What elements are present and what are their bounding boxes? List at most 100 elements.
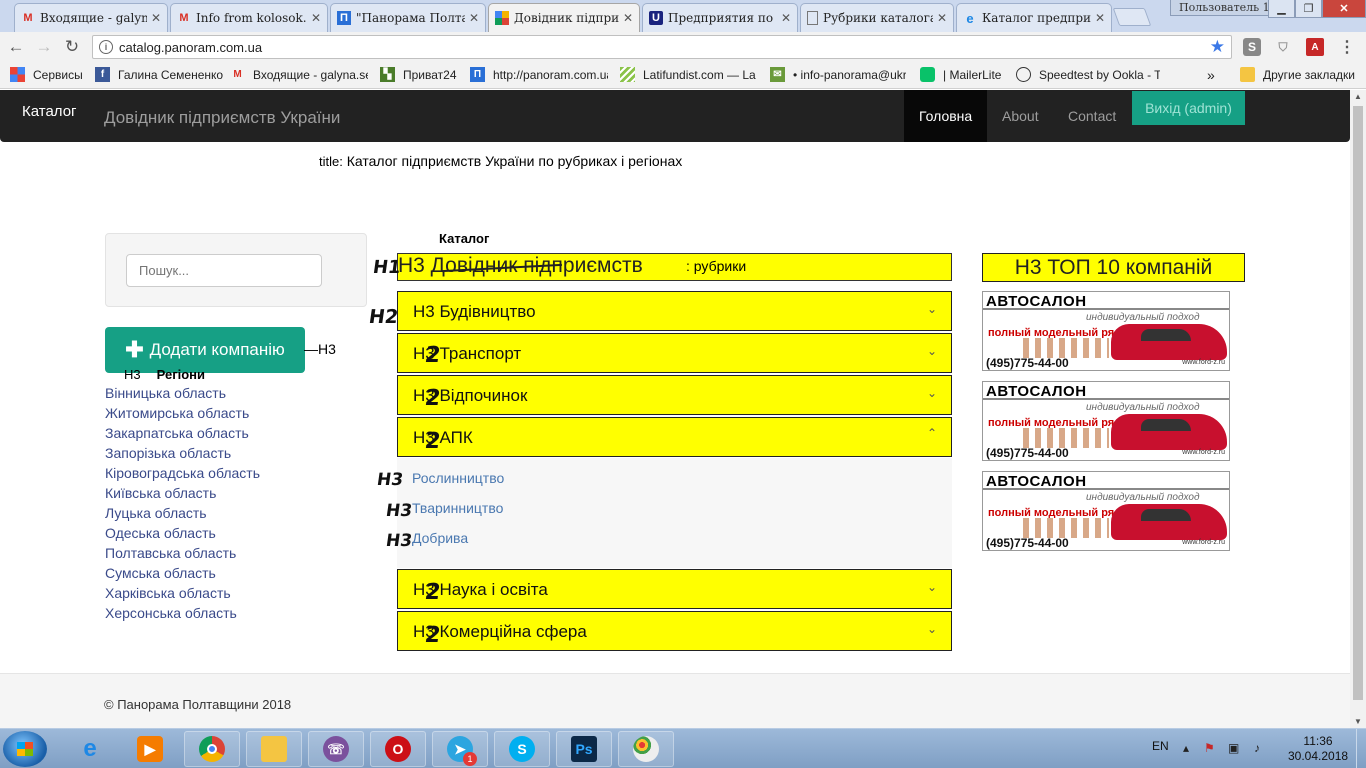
bookmarks-overflow[interactable]: » xyxy=(1207,67,1215,83)
address-bar[interactable]: i catalog.panoram.com.ua ★ xyxy=(92,35,1232,59)
volume-icon[interactable]: ♪ xyxy=(1254,741,1260,755)
category-transport[interactable]: H3 Транспорт ⌄ xyxy=(397,333,952,373)
tab-enterprises[interactable]: U Предприятия по об ✕ xyxy=(642,3,798,32)
ad-phone: (495)775-44-00 xyxy=(986,446,1069,460)
ie-app[interactable]: e xyxy=(62,731,118,767)
subcategory-link[interactable]: Рослинництво xyxy=(412,470,504,486)
close-icon[interactable]: ✕ xyxy=(781,11,791,25)
bookmark-info-panorama[interactable]: ✉ • info-panorama@ukr xyxy=(770,67,906,82)
category-commerce[interactable]: H3 Комерційна сфера ⌄ xyxy=(397,611,952,651)
media-player-app[interactable]: ▶ xyxy=(122,731,178,767)
regions-title: Регіони xyxy=(156,367,206,382)
restore-icon[interactable]: ❐ xyxy=(1295,0,1322,18)
skype-app[interactable]: S xyxy=(494,731,550,767)
region-link[interactable]: Луцька область xyxy=(105,503,260,523)
close-icon[interactable]: ✕ xyxy=(1095,11,1105,25)
paint-icon xyxy=(633,736,659,762)
show-desktop-button[interactable] xyxy=(1356,729,1366,768)
region-link[interactable]: Кіровоградська область xyxy=(105,463,260,483)
nav-about[interactable]: About xyxy=(987,90,1054,142)
bookmark-privat24[interactable]: ▚ Приват24 xyxy=(380,67,457,82)
bookmark-panorama[interactable]: Π http://panoram.com.ua xyxy=(470,67,608,82)
bookmark-speedtest[interactable]: Speedtest by Ookla - T xyxy=(1016,67,1160,82)
subcategory-link[interactable]: Добрива xyxy=(412,530,468,546)
bookmark-latifundist[interactable]: Latifundist.com — La xyxy=(620,67,758,82)
bookmark-facebook[interactable]: f Галина Семененко xyxy=(95,67,227,82)
close-icon[interactable]: ✕ xyxy=(937,11,947,25)
paint-app[interactable] xyxy=(618,731,674,767)
region-link[interactable]: Вінницька область xyxy=(105,383,260,403)
close-window-icon[interactable]: ✕ xyxy=(1322,0,1366,18)
region-link[interactable]: Херсонська область xyxy=(105,603,260,623)
close-icon[interactable]: ✕ xyxy=(469,11,479,25)
pdf-icon[interactable]: A xyxy=(1306,38,1324,56)
category-leisure[interactable]: H3 Відпочинок ⌄ xyxy=(397,375,952,415)
category-science[interactable]: H3 Наука і освіта ⌄ xyxy=(397,569,952,609)
close-icon[interactable]: ✕ xyxy=(623,11,633,25)
tab-panorama[interactable]: Π "Панорама Полтав ✕ xyxy=(330,3,486,32)
viber-app[interactable]: ☏ xyxy=(308,731,364,767)
region-link[interactable]: Запорізька область xyxy=(105,443,260,463)
start-button[interactable] xyxy=(3,731,47,767)
bookmark-star-icon[interactable]: ★ xyxy=(1210,37,1225,57)
language-indicator[interactable]: EN xyxy=(1152,739,1169,753)
region-link[interactable]: Сумська область xyxy=(105,563,260,583)
bookmark-mailerlite[interactable]: | MailerLite xyxy=(920,67,1001,82)
scrollbar-thumb[interactable] xyxy=(1353,106,1363,700)
opera-app[interactable]: O xyxy=(370,731,426,767)
search-input[interactable] xyxy=(126,254,322,287)
privat-icon: ▚ xyxy=(380,67,395,82)
category-agro[interactable]: H3 АПК ⌃ xyxy=(397,417,952,457)
region-link[interactable]: Житомирська область xyxy=(105,403,260,423)
region-link[interactable]: Полтавська область xyxy=(105,543,260,563)
brand-link[interactable]: Каталог xyxy=(22,103,77,120)
nav-home[interactable]: Головна xyxy=(904,90,988,142)
region-link[interactable]: Закарпатська область xyxy=(105,423,260,443)
telegram-app[interactable]: ➤ 1 xyxy=(432,731,488,767)
back-icon[interactable]: ← xyxy=(2,37,30,57)
power-icon[interactable]: ▣ xyxy=(1228,741,1239,755)
tab-gmail-inbox[interactable]: M Входящие - galyna ✕ xyxy=(14,3,168,32)
tab-catalog-ie[interactable]: e Каталог предприят ✕ xyxy=(956,3,1112,32)
photoshop-app[interactable]: Ps xyxy=(556,731,612,767)
shield-icon[interactable]: ⛉ xyxy=(1274,38,1292,56)
tab-catalog[interactable]: Довідник підприєм ✕ xyxy=(488,3,640,32)
flag-icon[interactable]: ⚑ xyxy=(1204,741,1215,755)
scroll-up-icon[interactable]: ▲ xyxy=(1350,92,1366,101)
bookmark-services[interactable]: Сервисы xyxy=(10,67,83,82)
profile-button[interactable]: Пользователь 1 xyxy=(1170,0,1279,16)
scroll-down-icon[interactable]: ▼ xyxy=(1350,717,1366,726)
ad-banner[interactable]: АВТОСАЛОН индивидуальный подход полный м… xyxy=(982,471,1230,551)
nav-contact[interactable]: Contact xyxy=(1053,90,1131,142)
region-link[interactable]: Одеська область xyxy=(105,523,260,543)
tray-expand-icon[interactable]: ▴ xyxy=(1183,741,1189,755)
ad-banner[interactable]: АВТОСАЛОН индивидуальный подход полный м… xyxy=(982,381,1230,461)
logout-button[interactable]: Вихід (admin) xyxy=(1132,91,1245,125)
clock[interactable]: 11:36 30.04.2018 xyxy=(1288,734,1348,764)
close-icon[interactable]: ✕ xyxy=(151,11,161,25)
menu-icon[interactable]: ⋮ xyxy=(1338,38,1356,56)
minimize-icon[interactable]: ▁ xyxy=(1268,0,1295,18)
bookmark-label: Другие закладки xyxy=(1263,67,1355,82)
subcategory-link[interactable]: Тваринництво xyxy=(412,500,503,516)
chrome-app[interactable] xyxy=(184,731,240,767)
ie-icon: e xyxy=(966,10,974,26)
info-icon[interactable]: i xyxy=(99,40,113,54)
extension-s-icon[interactable]: S xyxy=(1243,38,1261,56)
bookmark-gmail[interactable]: M Входящие - galyna.se xyxy=(230,67,368,82)
ad-banner[interactable]: АВТОСАЛОН индивидуальный подход полный м… xyxy=(982,291,1230,371)
other-bookmarks[interactable]: Другие закладки xyxy=(1240,67,1355,82)
chevron-down-icon: ⌄ xyxy=(926,622,937,636)
reload-icon[interactable]: ↻ xyxy=(58,37,86,57)
region-link[interactable]: Київська область xyxy=(105,483,260,503)
chevron-down-icon: ⌄ xyxy=(926,580,937,594)
category-construction[interactable]: H3 Будівництво ⌄ xyxy=(397,291,952,331)
tab-kolosok[interactable]: M Info from kolosok.i ✕ xyxy=(170,3,328,32)
page-scrollbar[interactable]: ▲ ▼ xyxy=(1350,90,1366,728)
region-link[interactable]: Харківська область xyxy=(105,583,260,603)
explorer-app[interactable] xyxy=(246,731,302,767)
tab-rubrics[interactable]: Рубрики каталога ✕ xyxy=(800,3,954,32)
new-tab-button[interactable] xyxy=(1112,8,1152,26)
close-icon[interactable]: ✕ xyxy=(311,11,321,25)
forward-icon[interactable]: → xyxy=(30,37,58,57)
